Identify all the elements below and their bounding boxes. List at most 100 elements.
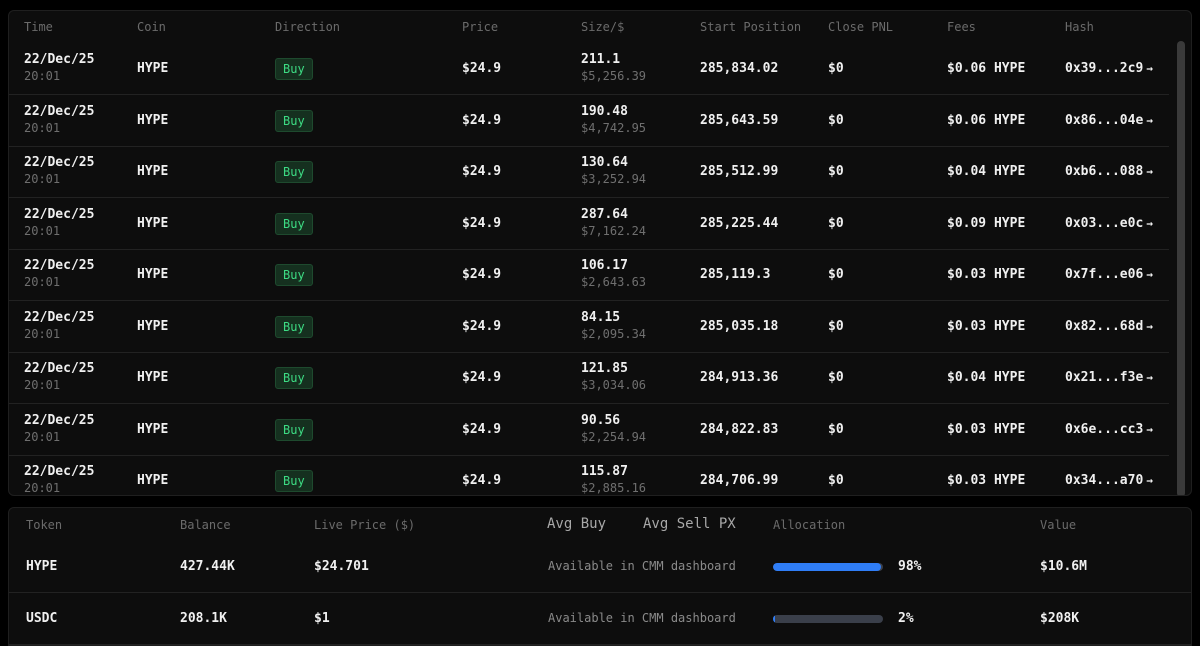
trade-date: 22/Dec/25 bbox=[24, 103, 95, 119]
arrow-right-icon[interactable]: → bbox=[1146, 165, 1153, 178]
trade-start-position: 285,834.02 bbox=[700, 61, 779, 76]
trade-hash[interactable]: 0x82...68d bbox=[1065, 319, 1143, 334]
trade-size: 287.64 bbox=[581, 206, 628, 222]
trade-coin: HYPE bbox=[137, 61, 169, 76]
column-header-avg-buy[interactable]: Avg Buy bbox=[547, 516, 606, 532]
trade-coin: HYPE bbox=[137, 370, 169, 385]
column-header-value[interactable]: Value bbox=[1040, 518, 1076, 532]
avg-price-note: Available in CMM dashboard bbox=[548, 559, 736, 573]
trade-hash-link[interactable]: 0x86...04e → bbox=[1065, 113, 1153, 128]
table-row[interactable]: 22/Dec/25 20:01 HYPE Buy $24.9 287.64 $7,162.2… bbox=[9, 199, 1169, 250]
table-row[interactable]: 22/Dec/25 20:01 HYPE Buy $24.9 211.1 $5,256.39… bbox=[9, 44, 1169, 95]
trade-time: 20:01 bbox=[24, 481, 61, 495]
column-header-time[interactable]: Time bbox=[24, 20, 53, 34]
column-header-coin[interactable]: Coin bbox=[137, 20, 166, 34]
trade-hash[interactable]: 0x34...a70 bbox=[1065, 473, 1143, 488]
trade-time: 20:01 bbox=[24, 120, 61, 135]
trade-close-pnl: $0 bbox=[828, 473, 844, 488]
arrow-right-icon[interactable]: → bbox=[1146, 423, 1153, 436]
trade-price: $24.9 bbox=[462, 61, 502, 76]
token-balance: 427.44K bbox=[180, 559, 235, 574]
trade-size-usd: $3,034.06 bbox=[581, 378, 647, 392]
trade-hash[interactable]: 0x21...f3e bbox=[1065, 370, 1143, 385]
column-header-direction[interactable]: Direction bbox=[275, 20, 340, 34]
trade-hash[interactable]: 0x86...04e bbox=[1065, 113, 1143, 128]
table-row[interactable]: 22/Dec/25 20:01 HYPE Buy $24.9 190.48 $4,742.9… bbox=[9, 96, 1169, 147]
arrow-right-icon[interactable]: → bbox=[1146, 268, 1153, 281]
column-header-size[interactable]: Size/$ bbox=[581, 20, 624, 34]
trade-hash[interactable]: 0x6e...cc3 bbox=[1065, 422, 1143, 437]
column-header-hash[interactable]: Hash bbox=[1065, 20, 1094, 34]
arrow-right-icon[interactable]: → bbox=[1146, 320, 1153, 333]
trades-table-body: 22/Dec/25 20:01 HYPE Buy $24.9 211.1 $5,256.39… bbox=[9, 44, 1191, 495]
trade-size-usd: $4,742.95 bbox=[581, 120, 647, 135]
trade-start-position: 284,913.36 bbox=[700, 370, 779, 385]
trade-hash-link[interactable]: 0xb6...088 → bbox=[1065, 164, 1153, 179]
column-header-balance[interactable]: Balance bbox=[180, 518, 231, 532]
scrollbar-thumb[interactable] bbox=[1177, 41, 1185, 495]
arrow-right-icon[interactable]: → bbox=[1146, 114, 1153, 127]
trade-price: $24.9 bbox=[462, 421, 502, 437]
arrow-right-icon[interactable]: → bbox=[1146, 217, 1153, 230]
table-row[interactable]: 22/Dec/25 20:01 HYPE Buy $24.9 84.15 $2,095.34… bbox=[9, 302, 1169, 353]
trades-panel: Time Coin Direction Price Size/$ Start P… bbox=[8, 10, 1192, 496]
trade-hash-link[interactable]: 0x39...2c9 → bbox=[1065, 61, 1153, 76]
trade-size-usd: $7,162.24 bbox=[581, 223, 647, 238]
trade-hash-link[interactable]: 0x34...a70 → bbox=[1065, 473, 1153, 488]
trade-fees: $0.04 HYPE bbox=[947, 370, 1026, 385]
portfolio-row[interactable]: USDC 208.1K $1 Available in CMM dashboard 2%… bbox=[9, 594, 1191, 645]
table-row[interactable]: 22/Dec/25 20:01 HYPE Buy $24.9 121.85 $3,034.0… bbox=[9, 353, 1169, 404]
trade-size-usd: $2,885.16 bbox=[581, 481, 647, 495]
trade-size-usd: $2,643.63 bbox=[581, 275, 647, 289]
trade-start-position: 285,512.99 bbox=[700, 164, 779, 179]
trade-close-pnl: $0 bbox=[828, 267, 844, 282]
trade-fees: $0.09 HYPE bbox=[947, 215, 1026, 231]
trades-table-header: Time Coin Direction Price Size/$ Start P… bbox=[9, 11, 1191, 43]
trade-price: $24.9 bbox=[462, 164, 502, 179]
trade-hash[interactable]: 0xb6...088 bbox=[1065, 164, 1143, 179]
direction-badge: Buy bbox=[275, 264, 313, 286]
trade-date: 22/Dec/25 bbox=[24, 52, 95, 67]
token-value: $10.6M bbox=[1040, 559, 1087, 574]
trade-start-position: 284,822.83 bbox=[700, 421, 779, 437]
portfolio-row[interactable]: HYPE 427.44K $24.701 Available in CMM dashb… bbox=[9, 542, 1191, 593]
trade-size-usd: $5,256.39 bbox=[581, 69, 647, 83]
column-header-fees[interactable]: Fees bbox=[947, 20, 976, 34]
arrow-right-icon[interactable]: → bbox=[1146, 371, 1153, 384]
trade-hash-link[interactable]: 0x03...e0c → bbox=[1065, 216, 1153, 231]
trade-coin: HYPE bbox=[137, 267, 169, 282]
table-row[interactable]: 22/Dec/25 20:01 HYPE Buy $24.9 115.87 $2,885.1… bbox=[9, 456, 1169, 495]
trade-hash[interactable]: 0x7f...e06 bbox=[1065, 267, 1143, 282]
trade-coin: HYPE bbox=[137, 164, 169, 179]
trade-hash-link[interactable]: 0x82...68d → bbox=[1065, 319, 1153, 334]
column-header-start-position[interactable]: Start Position bbox=[700, 20, 801, 34]
table-row[interactable]: 22/Dec/25 20:01 HYPE Buy $24.9 106.17 $2,643.6… bbox=[9, 250, 1169, 301]
trade-time: 20:01 bbox=[24, 275, 61, 289]
trades-scrollbar[interactable] bbox=[1177, 41, 1185, 495]
portfolio-table-header: Token Balance Live Price ($) Avg Buy Avg… bbox=[9, 508, 1191, 542]
arrow-right-icon[interactable]: → bbox=[1146, 474, 1153, 487]
trade-hash[interactable]: 0x39...2c9 bbox=[1065, 61, 1143, 76]
allocation-bar bbox=[773, 563, 883, 571]
column-header-avg-sell[interactable]: Avg Sell PX bbox=[643, 516, 736, 532]
arrow-right-icon[interactable]: → bbox=[1146, 62, 1153, 75]
trade-hash-link[interactable]: 0x21...f3e → bbox=[1065, 370, 1153, 385]
table-row[interactable]: 22/Dec/25 20:01 HYPE Buy $24.9 90.56 $2,254.94… bbox=[9, 405, 1169, 456]
trade-hash[interactable]: 0x03...e0c bbox=[1065, 216, 1143, 231]
trade-hash-link[interactable]: 0x6e...cc3 → bbox=[1065, 422, 1153, 437]
trade-hash-link[interactable]: 0x7f...e06 → bbox=[1065, 267, 1153, 282]
token-live-price: $24.701 bbox=[314, 559, 369, 574]
table-row[interactable]: 22/Dec/25 20:01 HYPE Buy $24.9 130.64 $3,252.9… bbox=[9, 147, 1169, 198]
column-header-allocation[interactable]: Allocation bbox=[773, 518, 845, 532]
trade-close-pnl: $0 bbox=[828, 421, 844, 437]
column-header-price[interactable]: Price bbox=[462, 20, 498, 34]
trade-size: 84.15 bbox=[581, 309, 621, 325]
allocation-bar bbox=[773, 615, 883, 623]
column-header-close-pnl[interactable]: Close PNL bbox=[828, 20, 893, 34]
trade-price: $24.9 bbox=[462, 370, 502, 385]
column-header-token[interactable]: Token bbox=[26, 518, 62, 532]
trade-time: 20:01 bbox=[24, 378, 61, 392]
trade-date: 22/Dec/25 bbox=[24, 258, 95, 273]
trade-size-usd: $2,095.34 bbox=[581, 326, 647, 341]
column-header-live-price[interactable]: Live Price ($) bbox=[314, 518, 415, 532]
